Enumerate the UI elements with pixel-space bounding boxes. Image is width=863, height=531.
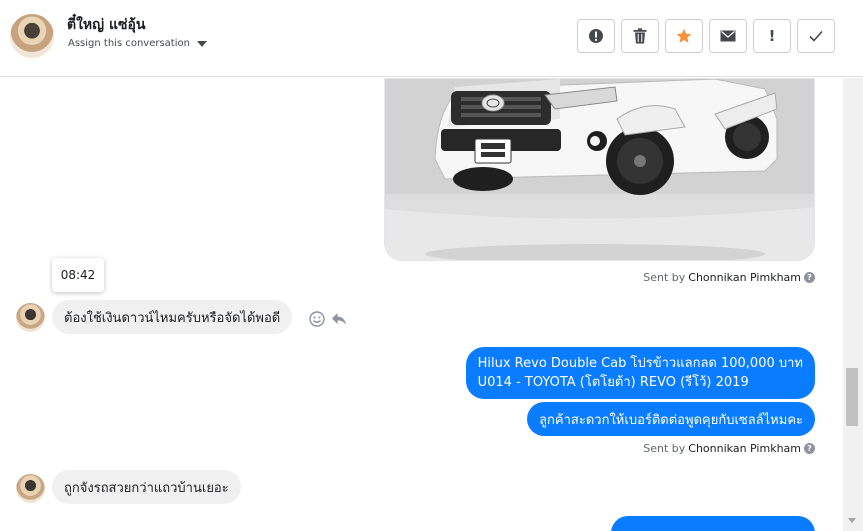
sent-by-prefix: Sent by [643,442,686,455]
vehicle-photo-attachment[interactable] [384,78,815,261]
envelope-icon [720,30,736,42]
conversation-actions: ! [577,19,835,53]
thread-scrollbar[interactable] [843,78,863,531]
outgoing-message-line-1: Hilux Revo Double Cab โปรข้าวแลกลด 100,0… [477,356,803,371]
outgoing-message[interactable]: Hilux Revo Double Cab โปรข้าวแลกลด 100,0… [465,347,815,399]
reply-icon[interactable] [331,311,347,327]
checkmark-icon [809,30,823,42]
vehicle-photo [385,79,814,260]
assign-label: Assign this conversation [68,38,190,49]
outgoing-message[interactable]: ลูกค้าสะดวกให้เบอร์ติดต่อพูดคุยกับเซลล์ไ… [527,402,815,436]
sent-by-label: Sent by Chonnikan Pimkham ? [643,442,815,455]
scrollbar-thumb[interactable] [846,368,858,426]
sent-by-agent[interactable]: Chonnikan Pimkham [688,271,801,284]
alert-circle-icon [589,29,603,43]
contact-avatar[interactable] [10,14,54,58]
outgoing-message-line-2: U014 - TOYOTA (โตโยต้า) REVO (รีโว้) 201… [477,375,749,390]
sent-by-label: Sent by Chonnikan Pimkham ? [643,271,815,284]
star-icon [676,28,692,43]
exclamation-icon: ! [768,27,776,45]
timestamp-tooltip: 08:42 [52,258,104,292]
assign-conversation-dropdown[interactable]: Assign this conversation [68,38,207,49]
outgoing-message-partial[interactable] [611,516,815,531]
message-thread[interactable]: Sent by Chonnikan Pimkham ? 08:42 ต้องใช… [0,78,843,531]
sender-avatar [16,303,45,332]
delete-button[interactable] [621,19,659,53]
conversation-header: ตี๋ใหญ่ แซ่อุ้น Assign this conversation [0,0,863,77]
email-button[interactable] [709,19,747,53]
sent-by-agent[interactable]: Chonnikan Pimkham [688,442,801,455]
incoming-message[interactable]: ถูกจังรถสวยกว่าแถวบ้านเยอะ [52,470,241,504]
sent-by-prefix: Sent by [643,271,686,284]
emoji-icon[interactable] [309,311,325,327]
contact-name[interactable]: ตี๋ใหญ่ แซ่อุ้น [67,14,145,36]
star-button[interactable] [665,19,703,53]
scroll-down-arrow-icon[interactable] [848,518,856,523]
incoming-message[interactable]: ต้องใช้เงินดาวน์ไหมครับหรือจัดได้พอดี [52,300,293,334]
trash-icon [633,28,647,44]
conversation-panel: ตี๋ใหญ่ แซ่อุ้น Assign this conversation [0,0,863,531]
help-icon[interactable]: ? [804,443,815,454]
done-button[interactable] [797,19,835,53]
important-button[interactable]: ! [753,19,791,53]
help-icon[interactable]: ? [804,272,815,283]
mark-spam-button[interactable] [577,19,615,53]
caret-down-icon [196,40,207,47]
sender-avatar [16,474,45,503]
message-tools [309,311,347,327]
